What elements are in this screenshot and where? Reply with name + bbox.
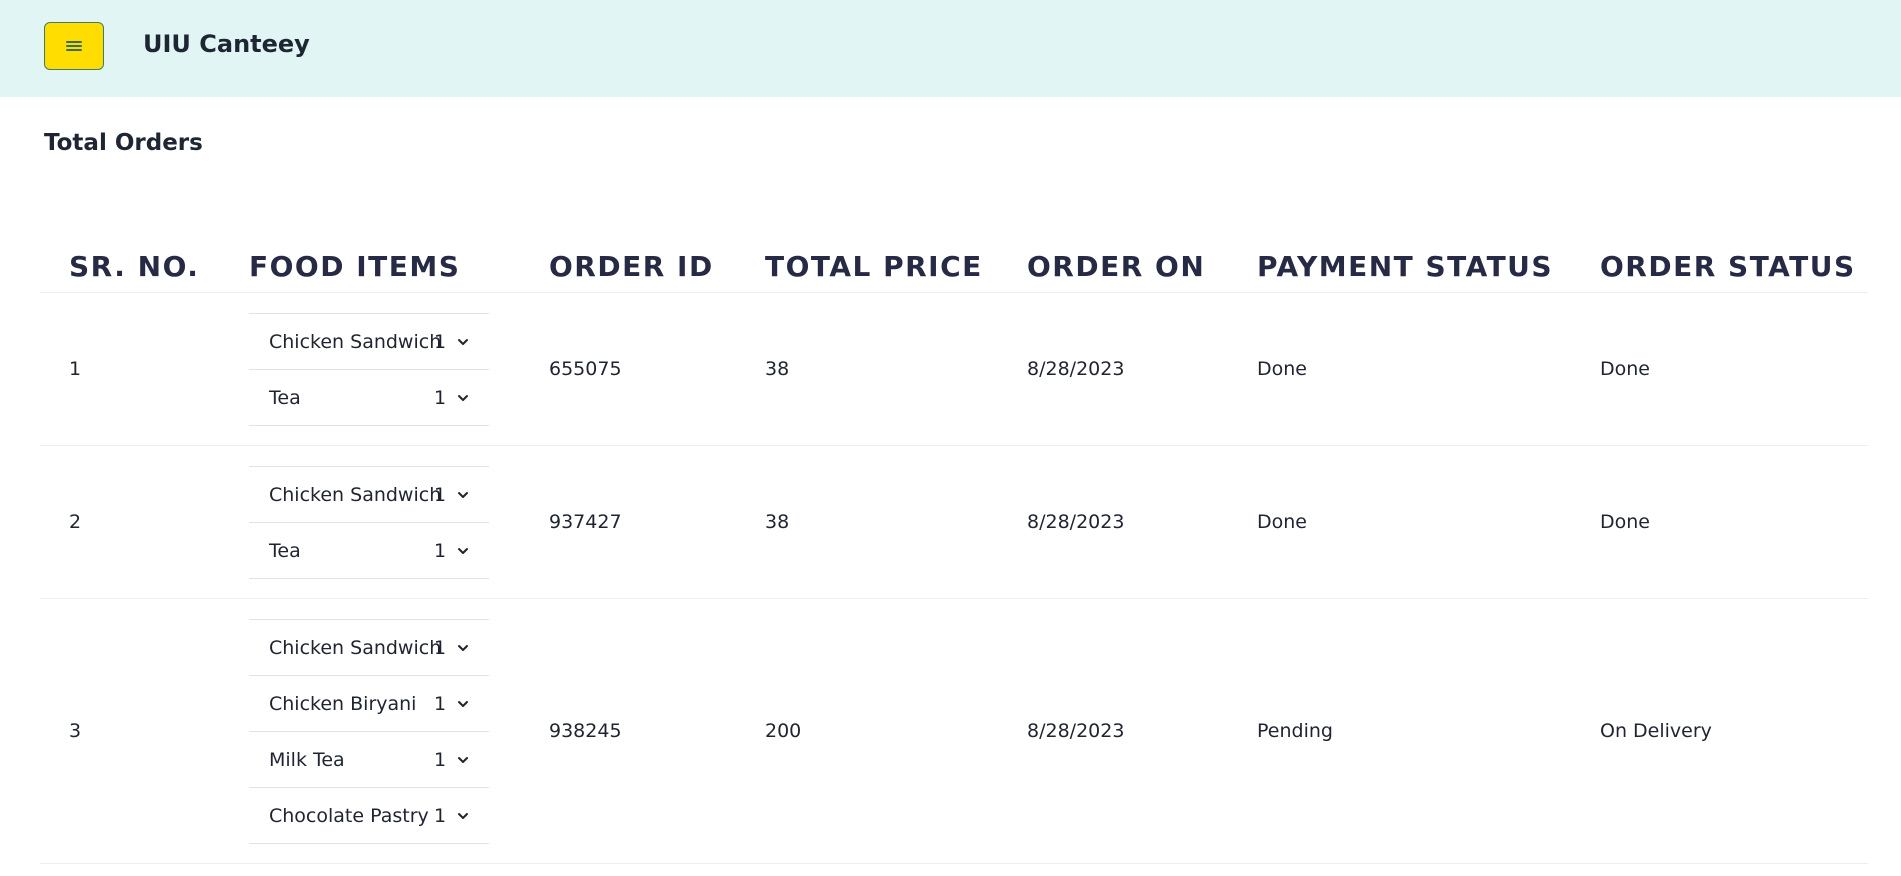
food-item-name: Chocolate Pastry <box>269 804 429 827</box>
app-title: UIU Canteey <box>143 30 310 58</box>
food-item: Chicken Sandwich 1 <box>249 467 489 523</box>
table-header: SR. NO. FOOD ITEMS ORDER ID TOTAL PRICE … <box>40 240 1868 293</box>
header-sr-no: SR. NO. <box>69 250 200 283</box>
row-sr-no: 3 <box>69 720 82 742</box>
row-sr-no: 1 <box>69 358 82 380</box>
row-total-price: 38 <box>765 511 790 533</box>
chevron-down-icon[interactable] <box>456 753 470 767</box>
header-total-price: TOTAL PRICE <box>765 250 983 283</box>
chevron-down-icon[interactable] <box>456 488 470 502</box>
table-body: 1 655075 38 8/28/2023 Done Done Chicken Sandwi… <box>40 293 1868 864</box>
food-item-name: Tea <box>269 386 301 409</box>
food-items-list: Chicken Sandwich 1 Tea 1 <box>249 313 489 426</box>
food-item: Milk Tea 1 <box>249 732 489 788</box>
row-total-price: 38 <box>765 358 790 380</box>
row-order-id: 938245 <box>549 720 622 742</box>
food-item-quantity[interactable]: 1 <box>434 637 446 659</box>
top-bar: UIU Canteey <box>0 0 1901 97</box>
food-item: Tea 1 <box>249 370 489 426</box>
menu-button[interactable] <box>44 22 104 70</box>
row-order-id: 937427 <box>549 511 622 533</box>
row-order-status: Done <box>1600 358 1650 380</box>
chevron-down-icon[interactable] <box>456 697 470 711</box>
food-item-quantity[interactable]: 1 <box>434 805 446 827</box>
food-item-quantity[interactable]: 1 <box>434 693 446 715</box>
food-items-list: Chicken Sandwich 1 Chicken Biryani 1 Milk Te… <box>249 619 489 844</box>
food-item-quantity[interactable]: 1 <box>434 540 446 562</box>
food-item-quantity[interactable]: 1 <box>434 331 446 353</box>
row-order-status: Done <box>1600 511 1650 533</box>
row-payment-status: Done <box>1257 358 1307 380</box>
food-item-name: Milk Tea <box>269 748 345 771</box>
food-item-quantity[interactable]: 1 <box>434 484 446 506</box>
row-order-on: 8/28/2023 <box>1027 720 1125 742</box>
food-item-name: Chicken Sandwich <box>269 330 442 353</box>
row-total-price: 200 <box>765 720 802 742</box>
food-items-list: Chicken Sandwich 1 Tea 1 <box>249 466 489 579</box>
header-order-status: ORDER STATUS <box>1600 250 1856 283</box>
table-row: 3 938245 200 8/28/2023 Pending On Delivery Chi… <box>40 599 1868 864</box>
chevron-down-icon[interactable] <box>456 335 470 349</box>
row-order-status: On Delivery <box>1600 720 1712 742</box>
food-item-name: Chicken Biryani <box>269 692 417 715</box>
row-order-on: 8/28/2023 <box>1027 511 1125 533</box>
header-order-id: ORDER ID <box>549 250 714 283</box>
row-order-on: 8/28/2023 <box>1027 358 1125 380</box>
header-payment-status: PAYMENT STATUS <box>1257 250 1554 283</box>
chevron-down-icon[interactable] <box>456 809 470 823</box>
page-title: Total Orders <box>44 130 203 156</box>
chevron-down-icon[interactable] <box>456 391 470 405</box>
row-order-id: 655075 <box>549 358 622 380</box>
table-row: 2 937427 38 8/28/2023 Done Done Chicken Sandwi… <box>40 446 1868 599</box>
chevron-down-icon[interactable] <box>456 641 470 655</box>
food-item: Chocolate Pastry 1 <box>249 788 489 844</box>
row-payment-status: Pending <box>1257 720 1333 742</box>
food-item: Tea 1 <box>249 523 489 579</box>
row-sr-no: 2 <box>69 511 82 533</box>
food-item: Chicken Biryani 1 <box>249 676 489 732</box>
table-row: 1 655075 38 8/28/2023 Done Done Chicken Sandwi… <box>40 293 1868 446</box>
food-item-name: Tea <box>269 539 301 562</box>
food-item: Chicken Sandwich 1 <box>249 620 489 676</box>
row-payment-status: Done <box>1257 511 1307 533</box>
food-item-quantity[interactable]: 1 <box>434 387 446 409</box>
header-order-on: ORDER ON <box>1027 250 1206 283</box>
hamburger-icon <box>66 41 82 51</box>
orders-table: SR. NO. FOOD ITEMS ORDER ID TOTAL PRICE … <box>40 240 1868 864</box>
food-item-name: Chicken Sandwich <box>269 483 442 506</box>
chevron-down-icon[interactable] <box>456 544 470 558</box>
food-item-quantity[interactable]: 1 <box>434 749 446 771</box>
header-food-items: FOOD ITEMS <box>249 250 461 283</box>
food-item-name: Chicken Sandwich <box>269 636 442 659</box>
food-item: Chicken Sandwich 1 <box>249 314 489 370</box>
